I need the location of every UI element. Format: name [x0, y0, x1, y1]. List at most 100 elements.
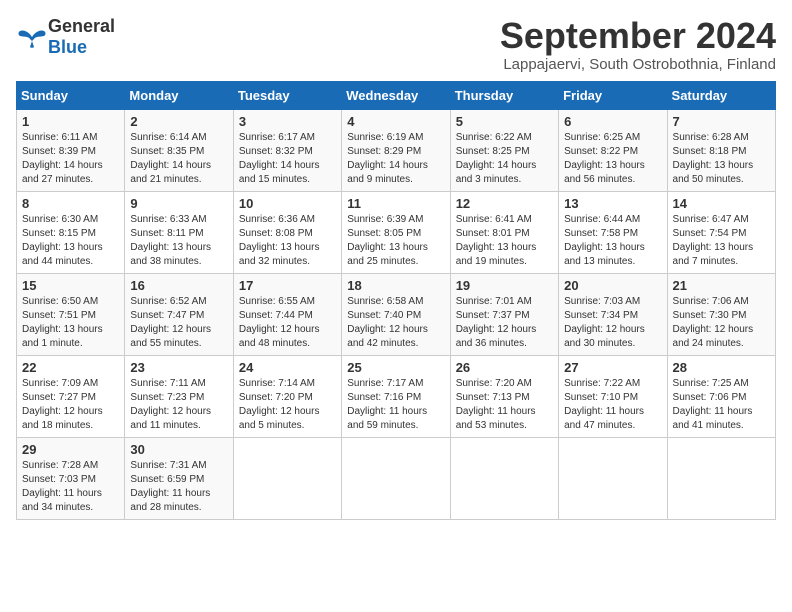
day-number: 28 [673, 360, 770, 375]
empty-cell [559, 437, 667, 519]
sunrise-time: Sunrise: 6:19 AM [347, 132, 423, 143]
calendar-cell-day-25: 25 Sunrise: 7:17 AMSunset: 7:16 PMDayligh… [342, 355, 450, 437]
empty-cell [450, 437, 558, 519]
cell-content: Sunrise: 7:11 AMSunset: 7:23 PMDaylight:… [130, 377, 227, 433]
sunrise-time: Sunrise: 7:22 AM [564, 378, 640, 389]
daylight-hours: Daylight: 14 hours and 15 minutes. [239, 160, 320, 185]
calendar-cell-day-22: 22Sunrise: 7:09 AMSunset: 7:27 PMDayligh… [17, 355, 125, 437]
daylight-hours: Daylight: 11 hours and 59 minutes. [347, 406, 427, 431]
day-number: 4 [347, 114, 444, 129]
daylight-hours: Daylight: 13 hours and 38 minutes. [130, 242, 211, 267]
sunrise-time: Sunrise: 6:41 AM [456, 214, 532, 225]
sunrise-time: Sunrise: 6:25 AM [564, 132, 640, 143]
sunrise-time: Sunrise: 6:52 AM [130, 296, 206, 307]
sunrise-time: Sunrise: 7:09 AM [22, 378, 98, 389]
cell-content: Sunrise: 7:28 AMSunset: 7:03 PMDaylight:… [22, 459, 119, 515]
daylight-hours: Daylight: 11 hours and 47 minutes. [564, 406, 644, 431]
cell-content: Sunrise: 6:25 AM Sunset: 8:22 PM Daylight:… [564, 131, 661, 187]
day-header-sunday: Sunday [17, 81, 125, 109]
daylight-hours: Daylight: 13 hours and 25 minutes. [347, 242, 428, 267]
sunrise-time: Sunrise: 6:36 AM [239, 214, 315, 225]
cell-content: Sunrise: 6:55 AM Sunset: 7:44 PM Daylight:… [239, 295, 336, 351]
calendar-cell-day-12: 12Sunrise: 6:41 AMSunset: 8:01 PMDayligh… [450, 191, 558, 273]
sunset-time: Sunset: 8:01 PM [456, 228, 530, 239]
sunset-time: Sunset: 8:22 PM [564, 146, 638, 157]
calendar-cell-day-17: 17Sunrise: 6:55 AMSunset: 7:44 PMDayligh… [233, 273, 341, 355]
calendar-cell-day-6: 6Sunrise: 6:25 AMSunset: 8:22 PMDaylight… [559, 109, 667, 191]
day-number: 29 [22, 442, 119, 457]
sunset-time: Sunset: 7:30 PM [673, 310, 747, 321]
daylight-hours: Daylight: 14 hours and 9 minutes. [347, 160, 428, 185]
calendar-cell-day-2: 2Sunrise: 6:14 AMSunset: 8:35 PMDaylight… [125, 109, 233, 191]
empty-cell [233, 437, 341, 519]
cell-content: Sunrise: 6:11 AMSunset: 8:39 PMDaylight:… [22, 131, 119, 187]
cell-content: Sunrise: 7:03 AMSunset: 7:34 PMDaylight:… [564, 295, 661, 351]
cell-content: Sunrise: 6:17 AMSunset: 8:32 PMDaylight:… [239, 131, 336, 187]
cell-content: Sunrise: 6:44 AMSunset: 7:58 PMDaylight:… [564, 213, 661, 269]
day-number: 16 [130, 278, 227, 293]
calendar-cell-day-10: 10 Sunrise: 6:36 AMSunset: 8:08 PMDayligh… [233, 191, 341, 273]
sunrise-time: Sunrise: 7:20 AM [456, 378, 532, 389]
day-number: 11 [347, 196, 444, 211]
sunset-time: Sunset: 8:18 PM [673, 146, 747, 157]
daylight-hours: Daylight: 12 hours and 48 minutes. [239, 324, 320, 349]
day-number: 21 [673, 278, 770, 293]
cell-content: Sunrise: 6:19 AM Sunset: 8:29 PM Daylight:… [347, 131, 444, 187]
logo-text-general: General [48, 16, 115, 36]
daylight-hours: Daylight: 14 hours and 3 minutes. [456, 160, 537, 185]
cell-content: Sunrise: 6:22 AMSunset: 8:25 PMDaylight:… [456, 131, 553, 187]
calendar-cell-day-13: 13 Sunrise: 6:44 AMSunset: 7:58 PMDayligh… [559, 191, 667, 273]
daylight-hours: Daylight: 12 hours and 24 minutes. [673, 324, 754, 349]
daylight-hours: Daylight: 13 hours and 13 minutes. [564, 242, 645, 267]
daylight-hours: Daylight: 12 hours and 11 minutes. [130, 406, 211, 431]
logo: General Blue [16, 16, 115, 58]
day-number: 20 [564, 278, 661, 293]
sunset-time: Sunset: 7:44 PM [239, 310, 313, 321]
day-number: 18 [347, 278, 444, 293]
cell-content: Sunrise: 6:36 AMSunset: 8:08 PMDaylight:… [239, 213, 336, 269]
day-number: 1 [22, 114, 119, 129]
logo-bird-icon [16, 27, 44, 47]
sunrise-time: Sunrise: 6:28 AM [673, 132, 749, 143]
sunrise-time: Sunrise: 7:17 AM [347, 378, 423, 389]
cell-content: Sunrise: 7:17 AMSunset: 7:16 PMDaylight:… [347, 377, 444, 433]
calendar-cell-day-7: 7Sunrise: 6:28 AMSunset: 8:18 PMDaylight… [667, 109, 775, 191]
day-number: 7 [673, 114, 770, 129]
sunrise-time: Sunrise: 7:03 AM [564, 296, 640, 307]
sunset-time: Sunset: 7:13 PM [456, 392, 530, 403]
day-header-saturday: Saturday [667, 81, 775, 109]
calendar-cell-day-27: 27Sunrise: 7:22 AMSunset: 7:10 PMDayligh… [559, 355, 667, 437]
sunrise-time: Sunrise: 6:58 AM [347, 296, 423, 307]
calendar-cell-day-30: 30Sunrise: 7:31 AMSunset: 6:59 PMDayligh… [125, 437, 233, 519]
calendar-cell-day-18: 18Sunrise: 6:58 AMSunset: 7:40 PMDayligh… [342, 273, 450, 355]
empty-cell [342, 437, 450, 519]
sunset-time: Sunset: 7:58 PM [564, 228, 638, 239]
day-number: 25 [347, 360, 444, 375]
day-number: 15 [22, 278, 119, 293]
sunset-time: Sunset: 8:05 PM [347, 228, 421, 239]
day-header-thursday: Thursday [450, 81, 558, 109]
sunrise-time: Sunrise: 6:55 AM [239, 296, 315, 307]
calendar-table: SundayMondayTuesdayWednesdayThursdayFrid… [16, 81, 776, 520]
sunrise-time: Sunrise: 6:11 AM [22, 132, 97, 143]
day-number: 5 [456, 114, 553, 129]
cell-content: Sunrise: 6:50 AMSunset: 7:51 PMDaylight:… [22, 295, 119, 351]
day-number: 10 [239, 196, 336, 211]
sunrise-time: Sunrise: 6:33 AM [130, 214, 206, 225]
cell-content: Sunrise: 6:14 AMSunset: 8:35 PMDaylight:… [130, 131, 227, 187]
sunset-time: Sunset: 8:29 PM [347, 146, 421, 157]
day-number: 13 [564, 196, 661, 211]
day-number: 3 [239, 114, 336, 129]
cell-content: Sunrise: 6:52 AMSunset: 7:47 PMDaylight:… [130, 295, 227, 351]
sunset-time: Sunset: 7:40 PM [347, 310, 421, 321]
daylight-hours: Daylight: 13 hours and 56 minutes. [564, 160, 645, 185]
sunrise-time: Sunrise: 7:28 AM [22, 460, 98, 471]
calendar-cell-day-23: 23Sunrise: 7:11 AMSunset: 7:23 PMDayligh… [125, 355, 233, 437]
cell-content: Sunrise: 6:33 AMSunset: 8:11 PMDaylight:… [130, 213, 227, 269]
sunrise-time: Sunrise: 7:06 AM [673, 296, 749, 307]
day-header-wednesday: Wednesday [342, 81, 450, 109]
daylight-hours: Daylight: 13 hours and 19 minutes. [456, 242, 537, 267]
daylight-hours: Daylight: 13 hours and 32 minutes. [239, 242, 320, 267]
day-header-tuesday: Tuesday [233, 81, 341, 109]
cell-content: Sunrise: 7:06 AM Sunset: 7:30 PM Daylight:… [673, 295, 770, 351]
